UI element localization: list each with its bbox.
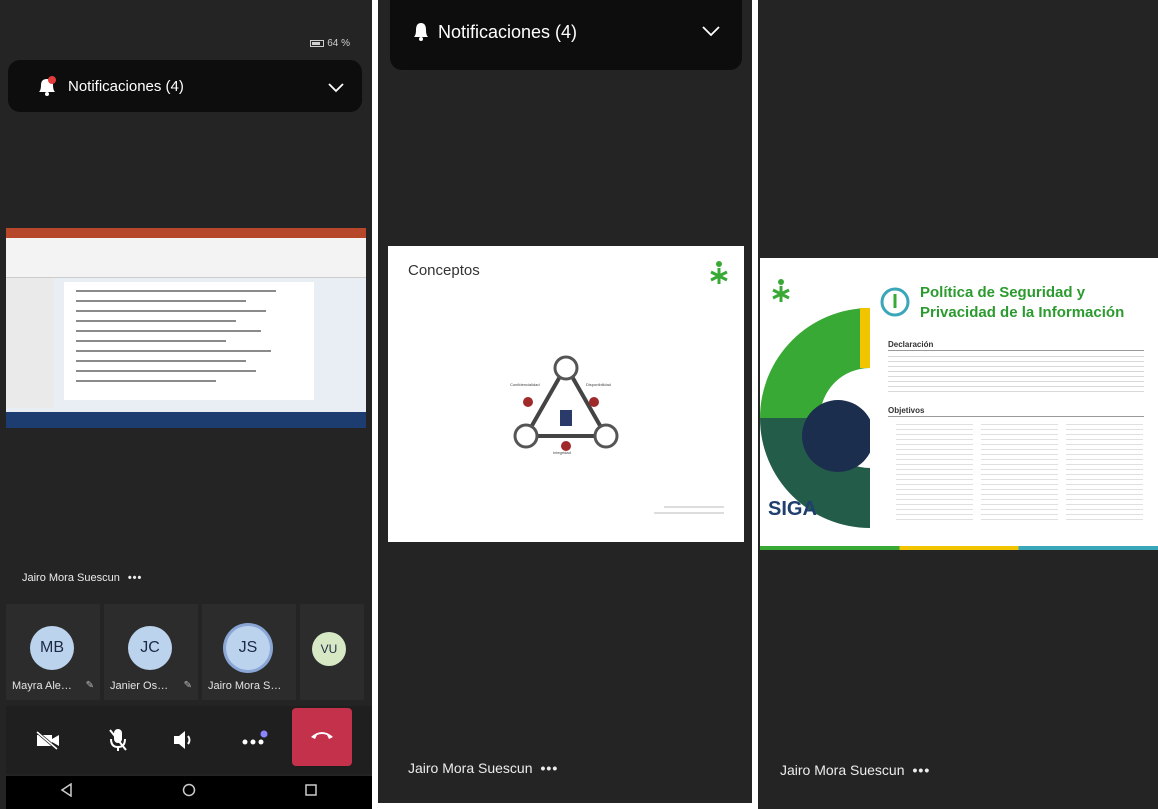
shared-slide: Conceptos Confidencialidad Disponibilida… — [388, 246, 744, 542]
mic-off-icon[interactable] — [98, 720, 138, 760]
more-options-icon[interactable]: ••• — [541, 760, 559, 776]
participant-tiles: MB Mayra Ale… ✎ JC Janier Os… ✎ JS Jairo… — [6, 604, 372, 700]
recents-icon[interactable] — [304, 783, 318, 802]
hangup-button[interactable] — [292, 708, 352, 766]
diagram-label-integridad: Integridad — [553, 450, 571, 455]
phone-screen-meeting: 64 % Notificaciones (4) Jairo Mora Suesc… — [0, 0, 372, 809]
section-heading-declaracion: Declaración — [888, 340, 934, 349]
section-divider — [888, 416, 1144, 417]
phone-screen-concepts: Notificaciones (4) Conceptos Confidencia… — [378, 0, 752, 803]
battery-icon — [310, 40, 325, 47]
presenter-label: Jairo Mora Suescun ••• — [780, 762, 930, 778]
avatar: MB — [30, 626, 74, 670]
android-nav-bar — [6, 776, 372, 809]
bell-icon — [36, 76, 58, 101]
more-icon[interactable] — [234, 720, 274, 760]
sena-logo-icon — [708, 260, 730, 291]
siga-logo: SIGA — [768, 498, 817, 520]
diagram-label-confidencialidad: Confidencialidad — [510, 382, 540, 387]
presenter-label: Jairo Mora Suescun ••• — [22, 572, 142, 584]
ppt-ribbon — [6, 238, 366, 278]
participant-tile[interactable]: VU — [300, 604, 364, 700]
mic-muted-icon: ✎ — [85, 680, 94, 691]
ppt-slide-thumbnails — [6, 278, 54, 408]
presenter-name: Jairo Mora Suescun — [22, 572, 120, 584]
declaration-body-text — [888, 354, 1144, 394]
avatar: JC — [128, 626, 172, 670]
security-triad-diagram — [513, 355, 619, 451]
mic-muted-icon: ✎ — [183, 680, 192, 691]
camera-off-icon[interactable] — [28, 720, 68, 760]
objectives-grid — [888, 422, 1144, 522]
chevron-down-icon[interactable] — [328, 80, 344, 98]
slide-footer-stripe — [760, 546, 1158, 550]
notifications-banner[interactable]: Notificaciones (4) — [8, 60, 362, 112]
slide-footer-text — [654, 512, 724, 514]
section-divider — [888, 350, 1144, 351]
slide-footer-text — [664, 506, 724, 508]
chevron-down-icon[interactable] — [702, 24, 720, 42]
participant-tile[interactable]: JS Jairo Mora S… — [202, 604, 296, 700]
participant-tile[interactable]: JC Janier Os… ✎ — [104, 604, 198, 700]
presenter-name: Jairo Mora Suescun — [780, 762, 905, 778]
battery-status: 64 % — [310, 38, 350, 49]
notifications-label: Notificaciones (4) — [438, 22, 578, 42]
presenter-name: Jairo Mora Suescun — [408, 760, 533, 776]
diagram-label-disponibilidad: Disponibilidad — [586, 382, 611, 387]
bell-icon — [412, 20, 430, 47]
shield-icon — [880, 286, 910, 323]
battery-percent: 64 % — [327, 38, 350, 49]
home-icon[interactable] — [182, 783, 196, 802]
notifications-banner[interactable]: Notificaciones (4) — [390, 0, 742, 70]
call-controls — [6, 706, 372, 774]
hangup-icon — [309, 728, 335, 746]
participant-name: Jairo Mora S… — [208, 680, 282, 692]
avatar: JS — [226, 626, 270, 670]
slide-title-line1: Política de Seguridad y — [920, 284, 1086, 301]
participant-name: Mayra Ale… — [12, 680, 72, 692]
phone-screen-policy: Política de Seguridad y Privacidad de la… — [758, 0, 1158, 809]
speaker-icon[interactable] — [164, 720, 204, 760]
shared-screen-thumbnail — [6, 228, 366, 428]
decorative-arc — [760, 308, 870, 528]
participant-tile[interactable]: MB Mayra Ale… ✎ — [6, 604, 100, 700]
section-heading-objetivos: Objetivos — [888, 406, 925, 415]
more-options-icon[interactable]: ••• — [128, 572, 143, 584]
shared-slide: Política de Seguridad y Privacidad de la… — [760, 258, 1158, 550]
slide-title-line2: Privacidad de la Información — [920, 304, 1125, 321]
slide-title: Conceptos — [408, 262, 480, 279]
participant-name: Janier Os… — [110, 680, 169, 692]
windows-taskbar — [6, 412, 366, 428]
ppt-slide-canvas — [64, 282, 314, 400]
notifications-label: Notificaciones (4) — [68, 78, 184, 95]
back-icon[interactable] — [60, 782, 74, 802]
more-options-icon[interactable]: ••• — [913, 762, 931, 778]
sena-logo-icon — [770, 278, 792, 309]
ppt-titlebar — [6, 228, 366, 238]
avatar: VU — [312, 632, 346, 666]
presenter-label: Jairo Mora Suescun ••• — [408, 760, 558, 776]
